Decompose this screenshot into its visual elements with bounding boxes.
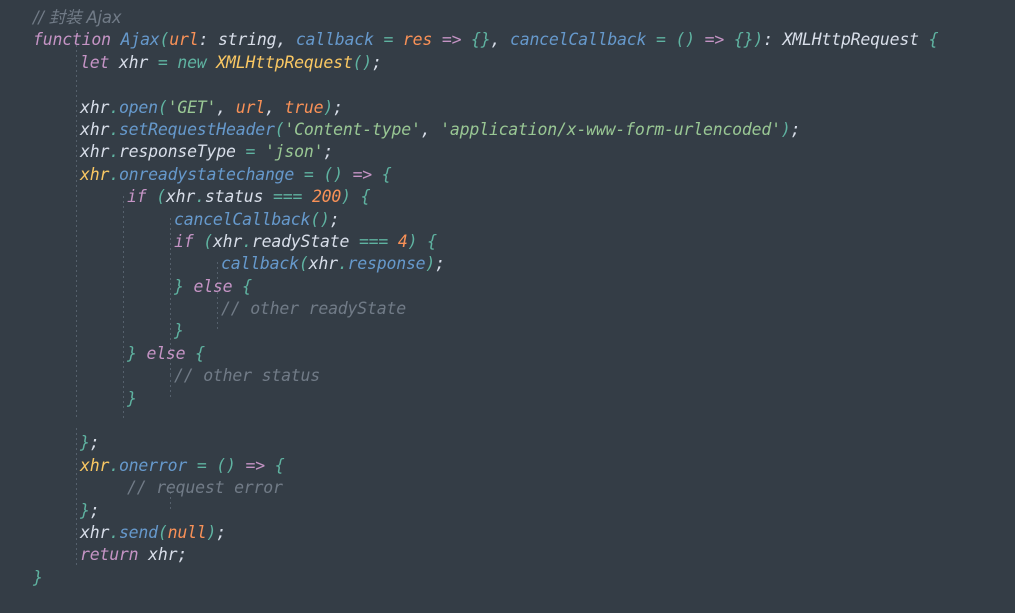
code-line: } — [33, 567, 43, 587]
code-line: // 封装 Ajax — [33, 8, 122, 27]
code-line: xhr.send(null); — [80, 522, 227, 542]
code-line: xhr.responseType = 'json'; — [80, 142, 334, 162]
code-line: cancelCallback(); — [174, 209, 340, 229]
code-line: xhr.setRequestHeader('Content-type', 'ap… — [80, 119, 801, 139]
code-line: // request error — [127, 478, 283, 498]
code-line: function Ajax(url: string, callback = re… — [33, 30, 939, 50]
code-line: } — [174, 321, 184, 341]
code-line: if (xhr.status === 200) { — [127, 187, 371, 207]
code-line: }; — [80, 433, 100, 453]
code-line: return xhr; — [80, 545, 188, 565]
code-editor[interactable]: // 封装 Ajax function Ajax(url: string, ca… — [0, 0, 1015, 613]
code-line: // other status — [174, 366, 321, 386]
code-line: }; — [80, 500, 100, 520]
code-line: } else { — [127, 343, 205, 363]
code-line: } else { — [174, 276, 252, 296]
code-line: xhr.onerror = () => { — [80, 455, 285, 475]
code-line: if (xhr.readyState === 4) { — [174, 231, 437, 251]
code-line: let xhr = new XMLHttpRequest(); — [80, 52, 382, 72]
code-line: xhr.open('GET', url, true); — [80, 97, 343, 117]
code-line: callback(xhr.response); — [221, 254, 445, 274]
code-line: } — [127, 388, 137, 408]
code-lines[interactable]: // 封装 Ajax function Ajax(url: string, ca… — [0, 7, 1015, 589]
code-line: // other readyState — [221, 299, 406, 319]
code-line: xhr.onreadystatechange = () => { — [80, 164, 392, 184]
